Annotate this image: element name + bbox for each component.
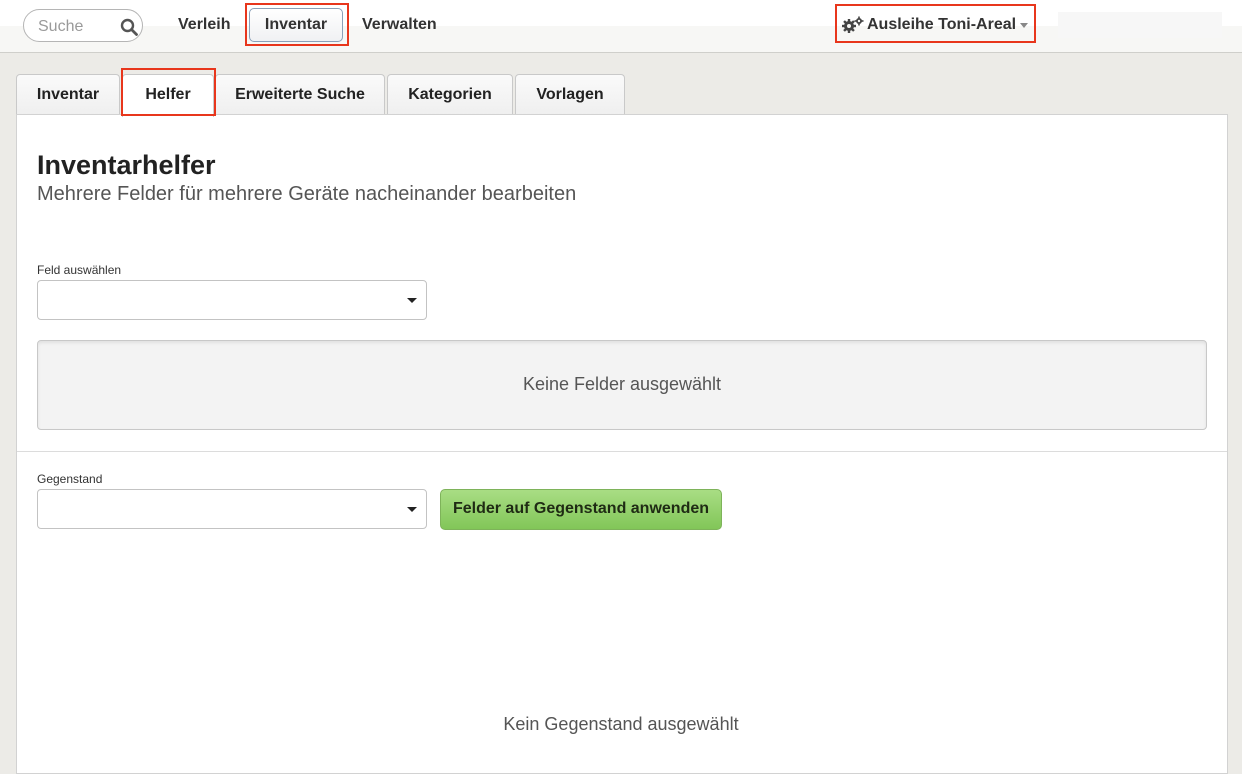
section-divider — [17, 451, 1227, 452]
inventory-pool-label: Ausleihe Toni-Areal — [867, 16, 1017, 33]
item-select[interactable] — [37, 489, 427, 529]
top-navigation-bar: Verleih Inventar Verwalten Ausleihe Toni… — [0, 0, 1242, 53]
item-empty-state: Kein Gegenstand ausgewählt — [503, 714, 739, 734]
nav-link-verleih[interactable]: Verleih — [178, 16, 230, 34]
search-icon[interactable] — [120, 18, 138, 36]
item-select-label: Gegenstand — [37, 472, 103, 486]
chevron-down-icon — [1020, 23, 1028, 28]
caret-down-icon — [407, 507, 417, 512]
caret-down-icon — [407, 298, 417, 303]
apply-fields-button[interactable]: Felder auf Gegenstand anwenden — [440, 489, 722, 530]
nav-link-inventar[interactable]: Inventar — [249, 8, 343, 42]
tab-helfer[interactable]: Helfer — [122, 74, 214, 117]
tab-erweiterte-suche[interactable]: Erweiterte Suche — [215, 74, 385, 115]
user-menu[interactable] — [1058, 12, 1222, 38]
tab-kategorien[interactable]: Kategorien — [387, 74, 513, 115]
search-box[interactable] — [23, 9, 143, 42]
field-select-label: Feld auswählen — [37, 263, 122, 277]
gears-icon — [842, 16, 864, 33]
tab-inventar[interactable]: Inventar — [16, 74, 120, 115]
page-title: Inventarhelfer — [37, 150, 216, 180]
page-subtitle: Mehrere Felder für mehrere Geräte nachei… — [37, 183, 577, 205]
inventory-pool-dropdown[interactable]: Ausleihe Toni-Areal — [838, 8, 1034, 42]
content-panel — [16, 114, 1228, 774]
selected-fields-empty-state: Keine Felder ausgewählt — [37, 340, 1207, 430]
nav-link-verwalten[interactable]: Verwalten — [362, 16, 437, 34]
search-input[interactable] — [36, 16, 118, 38]
field-select[interactable] — [37, 280, 427, 320]
tab-vorlagen[interactable]: Vorlagen — [515, 74, 625, 115]
